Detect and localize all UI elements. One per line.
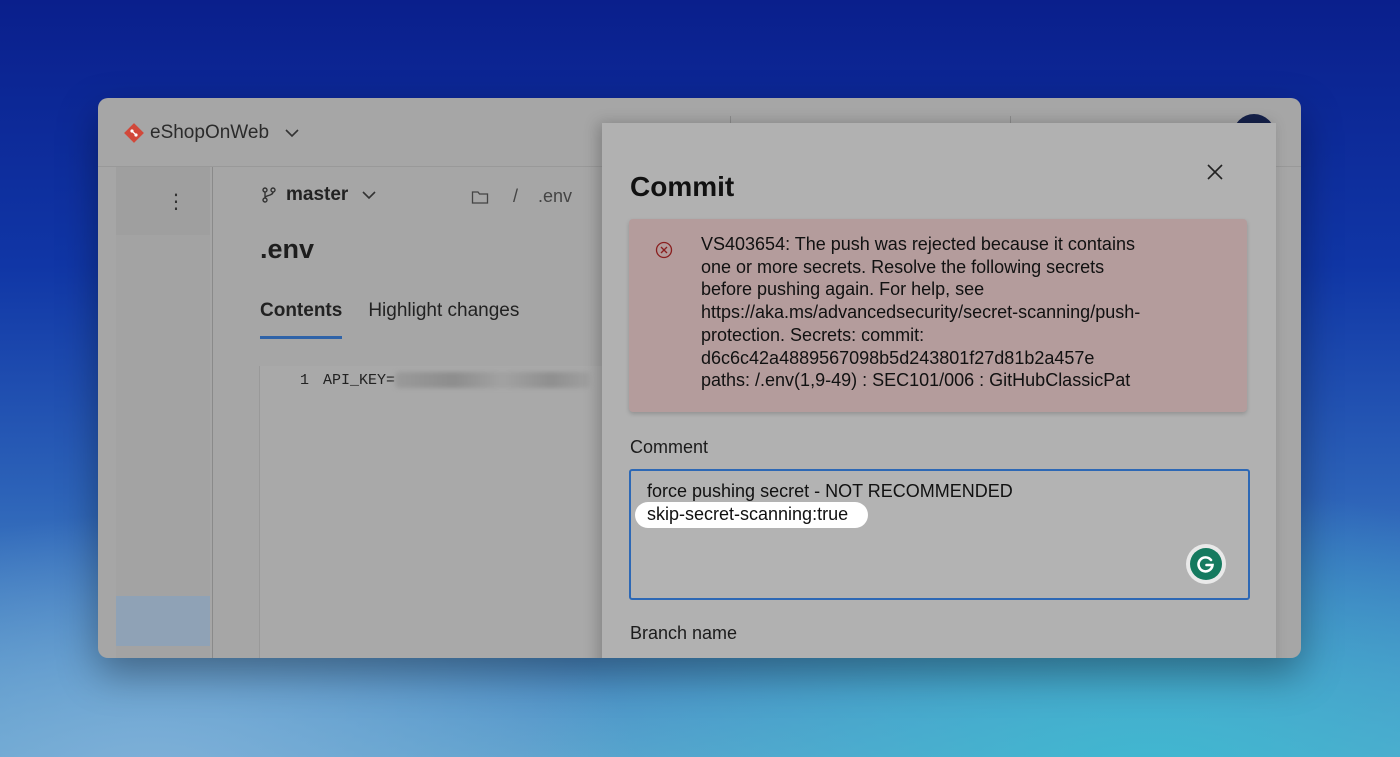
commit-panel: Commit VS403654: The push was rejected b…	[602, 123, 1276, 658]
app-window: eShopOnWeb ⋮ master / .env .env Contents…	[98, 98, 1301, 658]
breadcrumb-separator: /	[513, 186, 519, 206]
repo-logo-icon	[124, 123, 144, 143]
close-icon	[1207, 164, 1223, 180]
error-message: VS403654: The push was rejected because …	[629, 219, 1247, 412]
line-number: 1	[300, 372, 310, 389]
divider	[212, 167, 213, 658]
branch-icon	[262, 187, 276, 203]
breadcrumb-file[interactable]: .env	[538, 186, 572, 207]
branch-selector[interactable]: master	[260, 184, 378, 206]
project-name: eShopOnWeb	[150, 122, 270, 143]
more-vertical-icon[interactable]: ⋮	[166, 189, 186, 214]
left-rail: ⋮	[116, 167, 210, 658]
chevron-down-icon	[285, 129, 299, 138]
chevron-down-icon	[362, 191, 376, 200]
code-line: 1 API_KEY=	[300, 372, 591, 389]
comment-textarea[interactable]: force pushing secret - NOT RECOMMENDED s…	[629, 469, 1250, 600]
code-text: API_KEY=	[323, 372, 396, 389]
grammarly-g-icon	[1197, 556, 1214, 573]
grammarly-icon[interactable]	[1186, 544, 1226, 584]
file-tabs: Contents Highlight changes	[260, 300, 545, 339]
error-circle-icon	[655, 241, 673, 259]
project-selector[interactable]: eShopOnWeb	[124, 122, 301, 144]
panel-title: Commit	[630, 171, 735, 202]
rail-header: ⋮	[116, 167, 210, 235]
branch-name: master	[286, 184, 349, 205]
comment-label: Comment	[630, 437, 709, 457]
comment-highlighted-line: skip-secret-scanning:true	[635, 502, 869, 528]
rail-selected-item[interactable]	[116, 596, 210, 646]
page-title: .env	[260, 234, 315, 264]
redacted-secret	[395, 372, 591, 389]
error-text: VS403654: The push was rejected because …	[701, 234, 1141, 391]
branch-name-label: Branch name	[630, 623, 738, 643]
tab-contents[interactable]: Contents	[260, 300, 343, 339]
tab-highlight-changes[interactable]: Highlight changes	[368, 300, 519, 339]
folder-icon[interactable]	[471, 189, 489, 205]
breadcrumb: / .env	[471, 186, 572, 207]
comment-line: force pushing secret - NOT RECOMMENDED	[647, 481, 1013, 501]
close-button[interactable]	[1202, 159, 1228, 185]
